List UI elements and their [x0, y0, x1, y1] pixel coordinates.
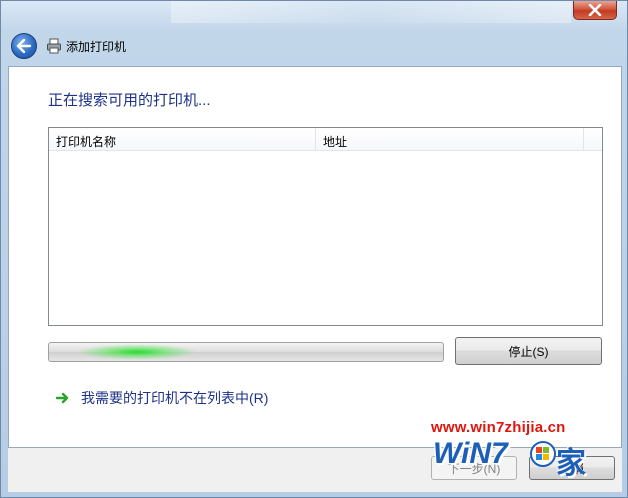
green-arrow-icon: [56, 392, 69, 404]
progress-marquee: [77, 344, 197, 360]
printer-icon: [47, 38, 61, 54]
column-header-address[interactable]: 地址: [323, 133, 347, 150]
printer-list-header: 打印机名称 地址: [49, 128, 602, 151]
printer-list[interactable]: 打印机名称 地址: [48, 127, 603, 326]
column-header-printer-name[interactable]: 打印机名称: [56, 133, 116, 150]
dialog-title: 添加打印机: [66, 40, 127, 54]
stop-button[interactable]: 停止(S): [455, 337, 602, 365]
watermark-logo: WiN7: [433, 437, 508, 470]
close-button[interactable]: [573, 1, 617, 20]
watermark-logo-suffix: 家: [556, 447, 586, 480]
dialog-header: 添加打印机: [8, 30, 622, 64]
printer-not-listed-link[interactable]: 我需要的打印机不在列表中(R): [56, 388, 268, 408]
dialog-content: 正在搜索可用的打印机... 打印机名称 地址 停止(S) 我需要的打印机不在列表…: [8, 66, 622, 448]
printer-not-listed-label: 我需要的打印机不在列表中(R): [81, 390, 269, 406]
page-heading: 正在搜索可用的打印机...: [48, 92, 211, 109]
column-divider[interactable]: [583, 128, 584, 151]
windows-flag-icon: [530, 441, 556, 467]
column-divider[interactable]: [315, 128, 316, 151]
close-icon: [588, 4, 602, 16]
watermark-url: www.win7zhijia.cn: [431, 419, 566, 436]
back-button[interactable]: [11, 33, 37, 59]
title-bar-background: [171, 1, 571, 23]
search-progress-bar: [48, 342, 444, 362]
dialog-window: 添加打印机 正在搜索可用的打印机... 打印机名称 地址 停止(S) 我需要的打…: [0, 0, 628, 498]
back-arrow-icon: [16, 39, 32, 53]
